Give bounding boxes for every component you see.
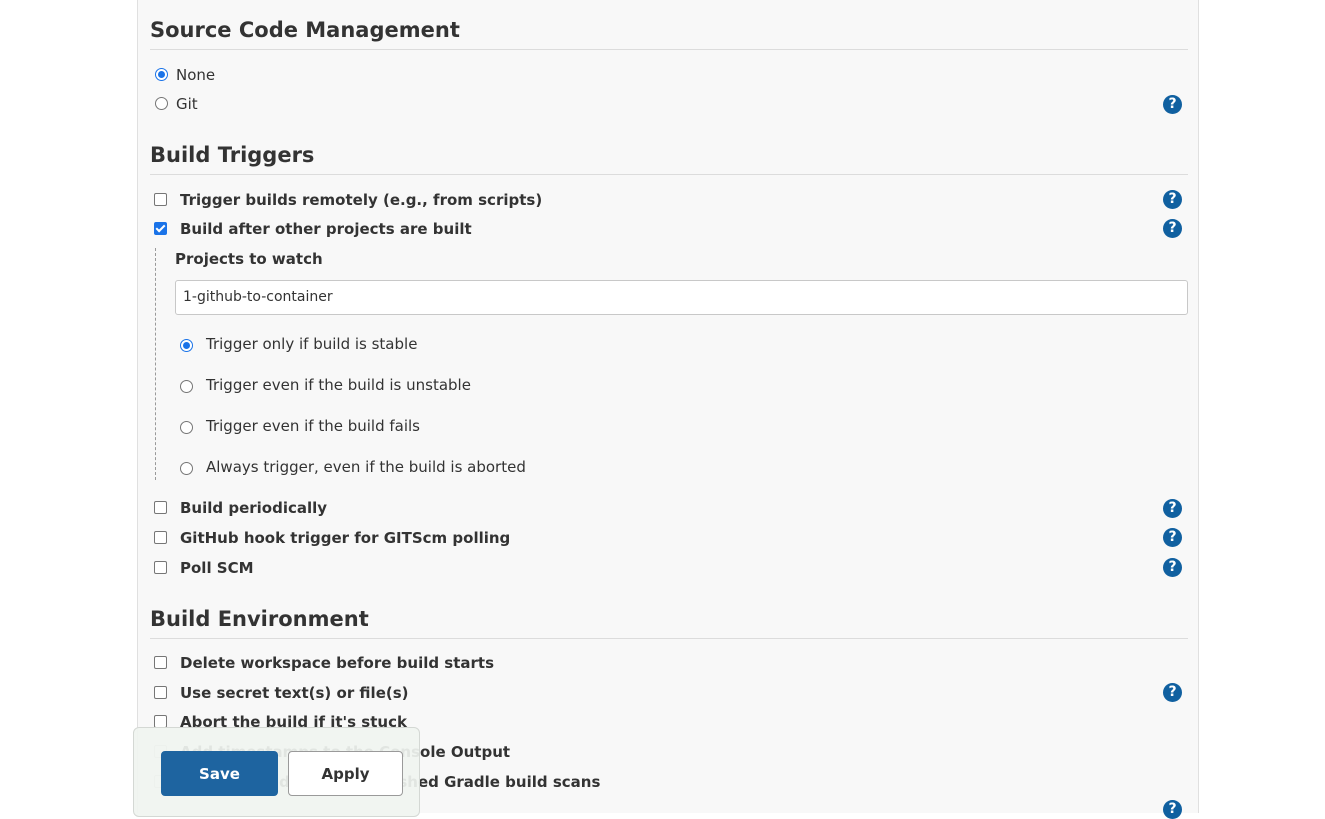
label-build-after-other: Build after other projects are built (180, 220, 472, 238)
projects-to-watch-input[interactable]: 1-github-to-container (175, 280, 1188, 315)
checkbox-poll-scm[interactable] (154, 561, 167, 574)
radio-trigger-unstable[interactable] (180, 380, 193, 393)
label-poll-scm: Poll SCM (180, 559, 254, 577)
help-icon-trigger-remotely[interactable]: ? (1163, 190, 1182, 209)
label-github-hook: GitHub hook trigger for GITScm polling (180, 529, 511, 547)
section-title-build-environment: Build Environment (150, 605, 1188, 639)
checkbox-build-after-other[interactable] (154, 222, 167, 235)
help-icon-build-after-other[interactable]: ? (1163, 219, 1182, 238)
label-trigger-stable: Trigger only if build is stable (206, 335, 418, 353)
scm-radio-none[interactable] (155, 68, 168, 81)
label-trigger-remotely: Trigger builds remotely (e.g., from scri… (180, 191, 543, 209)
apply-button[interactable]: Apply (288, 751, 403, 796)
help-icon-partial[interactable]: ? (1163, 800, 1182, 819)
nested-options-divider (155, 248, 156, 480)
section-title-build-triggers: Build Triggers (150, 141, 1188, 175)
scm-label-none: None (176, 66, 216, 84)
checkbox-trigger-remotely[interactable] (154, 193, 167, 206)
checkbox-secret-text[interactable] (154, 686, 167, 699)
help-icon-secret-text[interactable]: ? (1163, 683, 1182, 702)
label-trigger-unstable: Trigger even if the build is unstable (206, 376, 471, 394)
checkbox-github-hook[interactable] (154, 531, 167, 544)
label-delete-workspace: Delete workspace before build starts (180, 654, 495, 672)
help-icon-poll-scm[interactable]: ? (1163, 558, 1182, 577)
help-icon-git[interactable]: ? (1163, 95, 1182, 114)
label-trigger-aborted: Always trigger, even if the build is abo… (206, 458, 526, 476)
checkbox-build-periodically[interactable] (154, 501, 167, 514)
radio-trigger-aborted[interactable] (180, 462, 193, 475)
label-trigger-fails: Trigger even if the build fails (206, 417, 420, 435)
label-build-periodically: Build periodically (180, 499, 328, 517)
radio-trigger-stable[interactable] (180, 339, 193, 352)
checkbox-delete-workspace[interactable] (154, 656, 167, 669)
label-secret-text: Use secret text(s) or file(s) (180, 684, 409, 702)
save-button[interactable]: Save (161, 751, 278, 796)
scm-label-git: Git (176, 95, 198, 113)
help-icon-github-hook[interactable]: ? (1163, 528, 1182, 547)
help-icon-build-periodically[interactable]: ? (1163, 499, 1182, 518)
radio-trigger-fails[interactable] (180, 421, 193, 434)
section-title-scm: Source Code Management (150, 16, 1188, 50)
scm-radio-git[interactable] (155, 97, 168, 110)
label-projects-to-watch: Projects to watch (175, 250, 323, 268)
